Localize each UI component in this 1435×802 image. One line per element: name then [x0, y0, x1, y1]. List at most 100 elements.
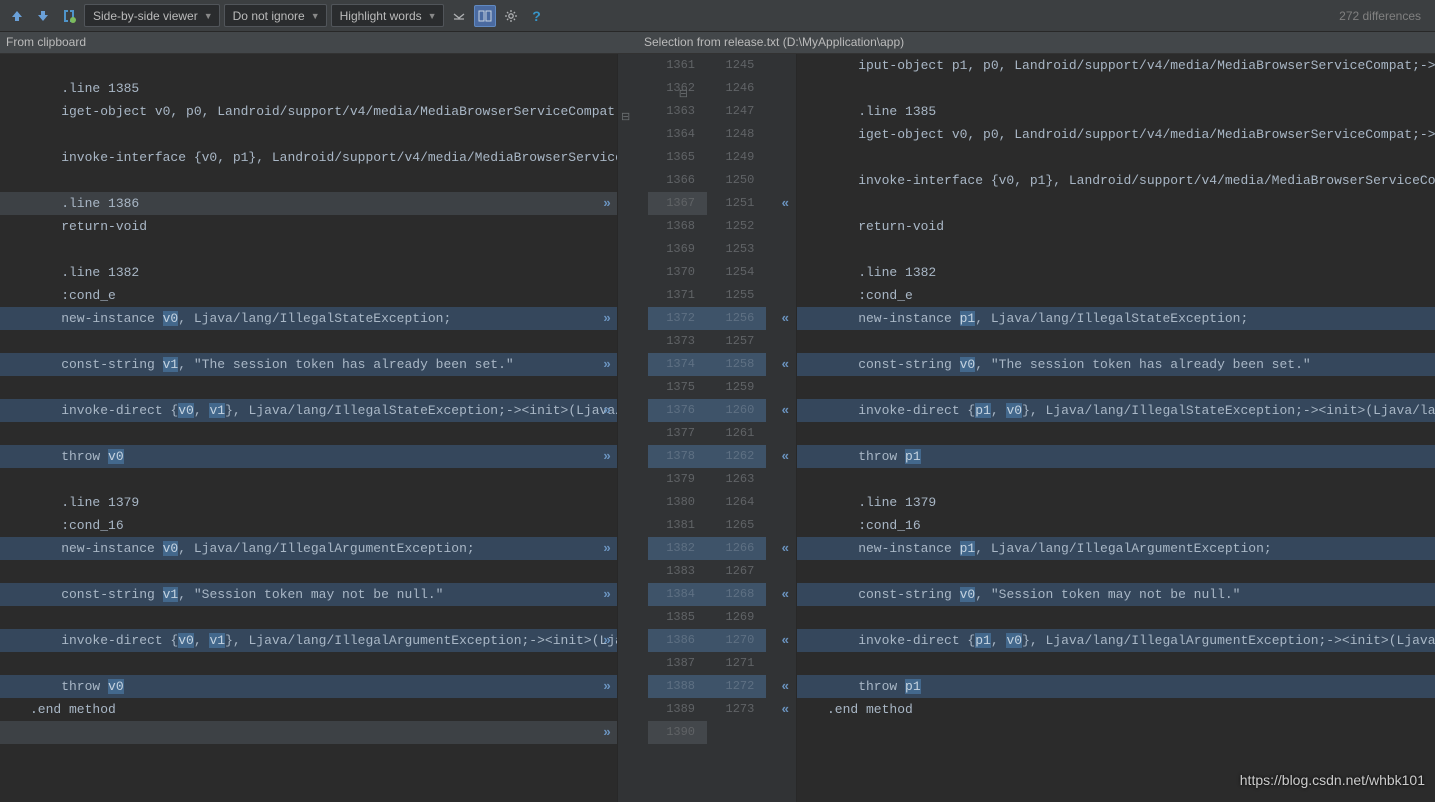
- fold-icon[interactable]: ⊟: [621, 110, 630, 124]
- code-line[interactable]: [797, 376, 1435, 399]
- apply-left-arrow[interactable]: «: [776, 194, 794, 212]
- code-line[interactable]: [0, 123, 617, 146]
- code-line[interactable]: [0, 169, 617, 192]
- code-line[interactable]: [797, 560, 1435, 583]
- code-line[interactable]: iput-object p1, p0, Landroid/support/v4/…: [797, 54, 1435, 77]
- right-code-pane[interactable]: iput-object p1, p0, Landroid/support/v4/…: [797, 54, 1435, 802]
- settings-button[interactable]: [500, 5, 522, 27]
- code-line[interactable]: new-instance v0, Ljava/lang/IllegalArgum…: [0, 537, 617, 560]
- code-line[interactable]: invoke-direct {v0, v1}, Ljava/lang/Illeg…: [0, 399, 617, 422]
- line-number: 1389: [648, 698, 707, 721]
- apply-right-arrow[interactable]: »: [598, 194, 616, 212]
- code-line[interactable]: .line 1379: [797, 491, 1435, 514]
- code-line[interactable]: .line 1386: [0, 192, 617, 215]
- code-line[interactable]: .line 1379: [0, 491, 617, 514]
- collapse-button[interactable]: [448, 5, 470, 27]
- apply-right-arrow[interactable]: »: [598, 585, 616, 603]
- code-line[interactable]: [0, 422, 617, 445]
- apply-left-arrow[interactable]: «: [776, 401, 794, 419]
- apply-left-arrow[interactable]: «: [776, 539, 794, 557]
- code-line[interactable]: :cond_e: [797, 284, 1435, 307]
- compare-button[interactable]: [58, 5, 80, 27]
- code-line[interactable]: [0, 721, 617, 744]
- apply-right-arrow[interactable]: »: [598, 677, 616, 695]
- apply-right-arrow[interactable]: »: [598, 355, 616, 373]
- apply-right-arrow[interactable]: »: [598, 309, 616, 327]
- line-number: 1272: [707, 675, 766, 698]
- code-line[interactable]: .line 1385: [0, 77, 617, 100]
- apply-left-arrow[interactable]: «: [776, 355, 794, 373]
- line-number: 1264: [707, 491, 766, 514]
- code-line[interactable]: invoke-direct {v0, v1}, Ljava/lang/Illeg…: [0, 629, 617, 652]
- code-line[interactable]: [0, 606, 617, 629]
- apply-right-arrow[interactable]: »: [598, 723, 616, 741]
- code-line[interactable]: .line 1385: [797, 100, 1435, 123]
- code-line[interactable]: [797, 468, 1435, 491]
- code-line[interactable]: const-string v0, "The session token has …: [797, 353, 1435, 376]
- code-line[interactable]: [0, 376, 617, 399]
- code-line[interactable]: invoke-interface {v0, p1}, Landroid/supp…: [0, 146, 617, 169]
- code-line[interactable]: new-instance p1, Ljava/lang/IllegalState…: [797, 307, 1435, 330]
- line-number: 1371: [648, 284, 707, 307]
- code-line[interactable]: [797, 721, 1435, 744]
- sync-scroll-button[interactable]: [474, 5, 496, 27]
- code-line[interactable]: [0, 560, 617, 583]
- left-code-pane[interactable]: .line 1385 iget-object v0, p0, Landroid/…: [0, 54, 617, 802]
- highlight-mode-dropdown[interactable]: Highlight words▼: [331, 4, 444, 27]
- apply-left-arrow[interactable]: «: [776, 631, 794, 649]
- code-line[interactable]: [0, 330, 617, 353]
- code-line[interactable]: [797, 146, 1435, 169]
- code-line[interactable]: [797, 238, 1435, 261]
- apply-left-arrow[interactable]: «: [776, 585, 794, 603]
- code-line[interactable]: :cond_16: [797, 514, 1435, 537]
- line-number: 1370: [648, 261, 707, 284]
- apply-left-arrow[interactable]: «: [776, 677, 794, 695]
- apply-left-arrow[interactable]: «: [776, 309, 794, 327]
- code-line[interactable]: :cond_e: [0, 284, 617, 307]
- code-line[interactable]: new-instance p1, Ljava/lang/IllegalArgum…: [797, 537, 1435, 560]
- code-line[interactable]: return-void: [0, 215, 617, 238]
- code-line[interactable]: throw v0: [0, 675, 617, 698]
- code-line[interactable]: [797, 330, 1435, 353]
- code-line[interactable]: return-void: [797, 215, 1435, 238]
- code-line[interactable]: iget-object v0, p0, Landroid/support/v4/…: [797, 123, 1435, 146]
- code-line[interactable]: const-string v0, "Session token may not …: [797, 583, 1435, 606]
- code-line[interactable]: [797, 192, 1435, 215]
- apply-left-arrow[interactable]: «: [776, 447, 794, 465]
- apply-right-arrow[interactable]: »: [598, 401, 616, 419]
- code-line[interactable]: const-string v1, "Session token may not …: [0, 583, 617, 606]
- code-line[interactable]: invoke-direct {p1, v0}, Ljava/lang/Illeg…: [797, 629, 1435, 652]
- apply-left-arrow[interactable]: «: [776, 700, 794, 718]
- code-line[interactable]: invoke-interface {v0, p1}, Landroid/supp…: [797, 169, 1435, 192]
- code-line[interactable]: [0, 238, 617, 261]
- code-line[interactable]: .end method: [0, 698, 617, 721]
- code-line[interactable]: invoke-direct {p1, v0}, Ljava/lang/Illeg…: [797, 399, 1435, 422]
- line-number: 1363: [648, 100, 707, 123]
- apply-right-arrow[interactable]: »: [598, 631, 616, 649]
- help-button[interactable]: ?: [526, 5, 548, 27]
- viewer-mode-dropdown[interactable]: Side-by-side viewer▼: [84, 4, 220, 27]
- code-line[interactable]: [0, 652, 617, 675]
- code-line[interactable]: throw p1: [797, 675, 1435, 698]
- apply-right-arrow[interactable]: »: [598, 539, 616, 557]
- code-line[interactable]: throw p1: [797, 445, 1435, 468]
- code-line[interactable]: [0, 468, 617, 491]
- ignore-mode-dropdown[interactable]: Do not ignore▼: [224, 4, 327, 27]
- next-diff-button[interactable]: [32, 5, 54, 27]
- code-line[interactable]: iget-object v0, p0, Landroid/support/v4/…: [0, 100, 617, 123]
- code-line[interactable]: [797, 652, 1435, 675]
- code-line[interactable]: [0, 54, 617, 77]
- code-line[interactable]: .end method: [797, 698, 1435, 721]
- prev-diff-button[interactable]: [6, 5, 28, 27]
- code-line[interactable]: :cond_16: [0, 514, 617, 537]
- code-line[interactable]: [797, 422, 1435, 445]
- code-line[interactable]: [797, 606, 1435, 629]
- code-line[interactable]: throw v0: [0, 445, 617, 468]
- code-line[interactable]: [797, 77, 1435, 100]
- code-line[interactable]: const-string v1, "The session token has …: [0, 353, 617, 376]
- apply-right-arrow[interactable]: »: [598, 447, 616, 465]
- diff-count-label: 272 differences: [1339, 9, 1429, 23]
- code-line[interactable]: .line 1382: [797, 261, 1435, 284]
- code-line[interactable]: .line 1382: [0, 261, 617, 284]
- code-line[interactable]: new-instance v0, Ljava/lang/IllegalState…: [0, 307, 617, 330]
